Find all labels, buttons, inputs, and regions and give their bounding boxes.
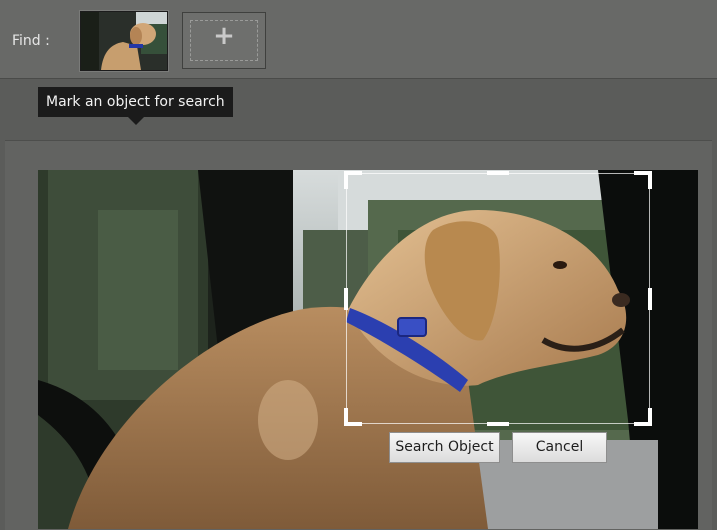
resize-handle-bottom[interactable] [487,422,509,426]
tooltip: Mark an object for search [38,87,233,117]
resize-handle-top-right[interactable] [634,171,652,189]
dog-thumbnail-image [81,12,167,70]
resize-handle-bottom-right[interactable] [634,408,652,426]
selection-box[interactable] [344,171,652,426]
search-object-button[interactable]: Search Object [389,432,500,463]
add-object-slot[interactable]: + [182,12,266,69]
resize-handle-left[interactable] [344,288,348,310]
find-label: Find : [12,33,50,49]
resize-handle-right[interactable] [648,288,652,310]
cancel-button[interactable]: Cancel [512,432,607,463]
resize-handle-top[interactable] [487,171,509,175]
search-thumbnail[interactable] [80,11,168,71]
find-toolbar: Find : + [0,0,717,79]
resize-handle-bottom-left[interactable] [344,408,362,426]
tooltip-arrow [128,117,144,125]
plus-icon: + [213,21,235,51]
resize-handle-top-left[interactable] [344,171,362,189]
